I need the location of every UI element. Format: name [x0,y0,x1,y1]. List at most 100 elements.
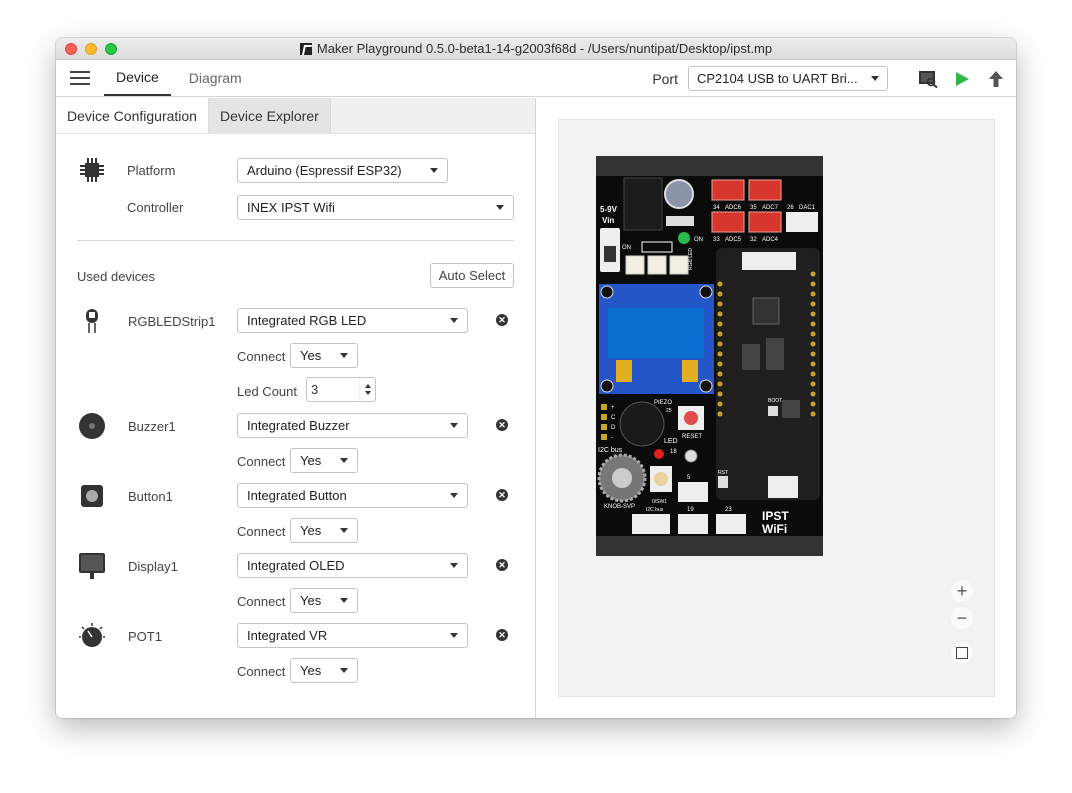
device-type-value: Integrated Buzzer [247,418,350,433]
device-type-value: Integrated VR [247,628,328,643]
fit-to-screen-icon[interactable] [951,642,973,664]
device-type-select-button1[interactable]: Integrated Button [237,483,468,508]
connect-label: Connect [237,664,286,679]
port-label: Port [652,70,678,87]
board-on-switch-label: ON [622,245,631,251]
platform-value: Arduino (Espressif ESP32) [247,163,402,178]
header-pin-d: D [611,425,616,431]
display-icon [78,552,106,580]
i2c-bus-label: I2C bus [598,447,623,454]
device-type-value: Integrated OLED [247,558,345,573]
adc-label-adc6: ADC6 [725,205,742,211]
board-preview-panel: 5-9V Vin ON ON 34 ADC6 35 ADC7 26 DAC1 3… [537,98,1016,718]
controller-value: INEX IPST Wifi [247,200,335,215]
remove-device-icon[interactable]: ✕ [496,489,508,501]
adc-label-34: 34 [713,205,720,211]
app-logo-icon [299,42,312,55]
device-name-buzzer1: Buzzer1 [128,419,176,434]
dac-label-dac1: DAC1 [799,205,816,211]
led-label: LED [664,438,678,445]
chevron-down-icon [450,633,458,638]
serial-monitor-icon[interactable] [918,69,938,89]
app-window: Maker Playground 0.5.0-beta1-14-g2003f68… [56,38,1016,718]
device-config-panel: Device Configuration Device Explorer Pla… [56,98,536,718]
subtab-bar: Device Configuration Device Explorer [56,98,535,134]
connect-label: Connect [237,594,286,609]
main-toolbar: Device Diagram Port CP2104 USB to UART B… [56,60,1016,97]
window-controls [65,43,117,55]
device-type-select-buzzer1[interactable]: Integrated Buzzer [237,413,468,438]
brand-ipst: IPST [762,509,789,523]
led-strip-icon [78,307,106,335]
tab-diagram[interactable]: Diagram [177,60,254,96]
increment-icon[interactable] [364,384,371,388]
play-icon[interactable] [952,69,972,89]
connect-select-pot1[interactable]: Yes [290,658,358,683]
board-power-label: 5-9V [600,205,618,214]
rst-label: RST [718,470,728,476]
device-type-value: Integrated Button [247,488,347,503]
remove-device-icon[interactable]: ✕ [496,314,508,326]
remove-device-icon[interactable]: ✕ [496,629,508,641]
sw1-label: 0/SW1 [652,499,667,505]
connect-select-button1[interactable]: Yes [290,518,358,543]
connect-select-buzzer1[interactable]: Yes [290,448,358,473]
device-type-select-pot1[interactable]: Integrated VR [237,623,468,648]
remove-device-icon[interactable]: ✕ [496,419,508,431]
controller-select[interactable]: INEX IPST Wifi [237,195,514,220]
window-title: Maker Playground 0.5.0-beta1-14-g2003f68… [316,41,773,56]
adc-label-33: 33 [713,237,720,243]
knob-label: KNOB-SVP [604,504,635,510]
decrement-icon[interactable] [364,391,371,395]
connect-label: Connect [237,524,286,539]
device-name-display1: Display1 [128,559,178,574]
port-select[interactable]: CP2104 USB to UART Bri... [688,66,888,91]
remove-device-icon[interactable]: ✕ [496,559,508,571]
chevron-down-icon [340,668,348,673]
chevron-down-icon [450,318,458,323]
minimize-window-button[interactable] [85,43,97,55]
device-type-value: Integrated RGB LED [247,313,367,328]
chevron-down-icon [340,528,348,533]
adc-label-32: 32 [750,237,757,243]
led-count-stepper[interactable]: 3 [306,377,376,402]
platform-select[interactable]: Arduino (Espressif ESP32) [237,158,448,183]
tab-device[interactable]: Device [104,60,171,96]
upload-arrow-icon[interactable] [986,69,1006,89]
title-bar: Maker Playground 0.5.0-beta1-14-g2003f68… [56,38,1016,60]
connect-select-display1[interactable]: Yes [290,588,358,613]
controller-label: Controller [127,200,184,215]
maximize-window-button[interactable] [105,43,117,55]
hamburger-menu-icon[interactable] [56,60,104,96]
i2c-bus-label-2: I2C bus [646,507,664,513]
chevron-down-icon [871,76,879,81]
boot-label: BOOT [768,398,782,404]
tab-device-explorer[interactable]: Device Explorer [207,98,331,133]
close-window-button[interactable] [65,43,77,55]
auto-select-button[interactable]: Auto Select [430,263,514,288]
connect-select-rgbledstrip1[interactable]: Yes [290,343,358,368]
chevron-down-icon [496,205,504,210]
chevron-down-icon [430,168,438,173]
device-type-select-display1[interactable]: Integrated OLED [237,553,468,578]
device-type-select-rgbledstrip1[interactable]: Integrated RGB LED [237,308,468,333]
tab-device-configuration[interactable]: Device Configuration [56,98,208,133]
header-pin-c: C [611,415,616,421]
section-divider [77,240,514,241]
dac-label-26: 26 [787,205,794,211]
connect-label: Connect [237,454,286,469]
zoom-in-icon[interactable]: + [951,580,973,602]
pin-label-23: 23 [725,507,732,513]
diagram-canvas[interactable]: 5-9V Vin ON ON 34 ADC6 35 ADC7 26 DAC1 3… [558,119,995,697]
potentiometer-icon [78,622,106,650]
zoom-out-icon[interactable]: − [951,607,973,629]
rgb-led-label: RGB LED [688,248,694,270]
adc-label-adc4: ADC4 [762,237,779,243]
device-name-pot1: POT1 [128,629,162,644]
button-icon [78,482,106,510]
chevron-down-icon [450,423,458,428]
platform-label: Platform [127,163,176,178]
board-on-led-label: ON [694,237,703,243]
chip-icon [78,156,106,184]
connect-value: Yes [300,453,322,468]
